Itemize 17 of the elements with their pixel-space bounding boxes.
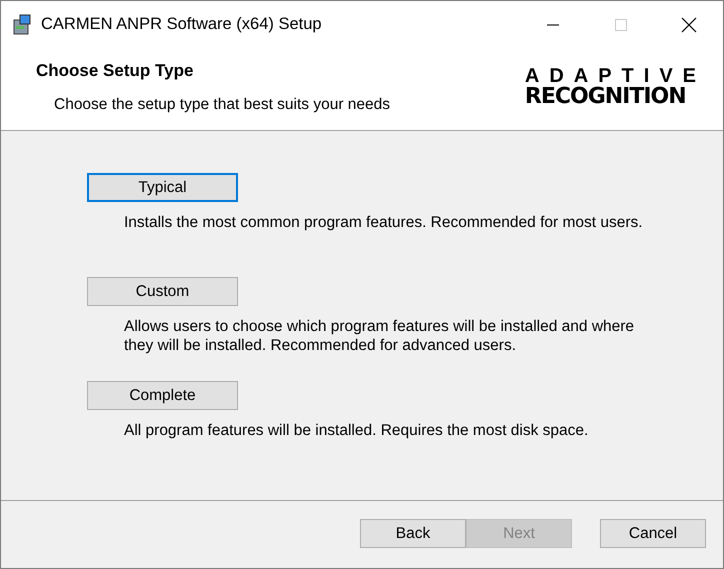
setup-type-button[interactable]: Typical [87, 173, 238, 202]
setup-type-button[interactable]: Complete [87, 381, 238, 410]
maximize-icon [614, 18, 628, 32]
window-title: CARMEN ANPR Software (x64) Setup [41, 14, 322, 36]
logo-text: RECOGNITION [524, 86, 687, 108]
option-description: Installs the most common program features. Recommended for most users. [124, 213, 644, 232]
installer-icon [12, 14, 32, 36]
wizard-button[interactable]: Cancel [600, 519, 706, 548]
page-title: Choose Setup Type [36, 60, 194, 82]
page-subtitle: Choose the setup type that best suits your needs [54, 94, 390, 114]
logo-text: ADAPTIVE [524, 66, 706, 86]
setup-type-button[interactable]: Custom [87, 277, 238, 306]
option-description: Allows users to choose which program features will be installed and where they will be installed. Recommended for advanced users. [124, 317, 636, 355]
option-description: All program features will be installed. Requires the most disk space. [124, 421, 590, 440]
minimize-icon [546, 24, 560, 26]
wizard-button[interactable]: Back [360, 519, 466, 548]
close-icon [681, 16, 697, 32]
